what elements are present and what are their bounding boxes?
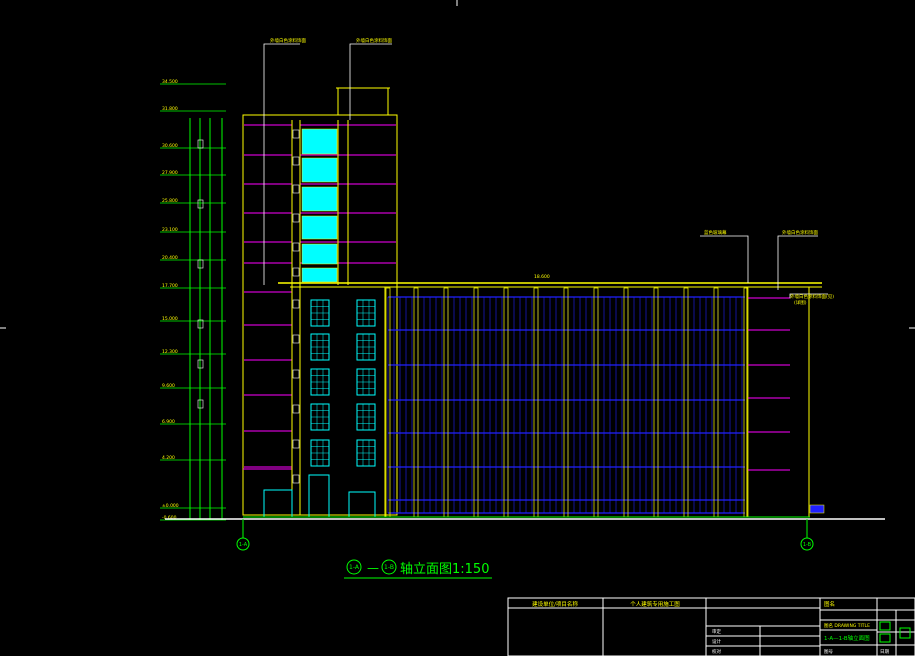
podium-block	[263, 282, 825, 518]
elevation-mark-label: -0.600	[162, 515, 177, 521]
title-axis-end: 1-B	[384, 564, 394, 571]
mullion	[443, 287, 449, 518]
small-window	[292, 299, 300, 309]
title-block-header-a: 建设单位/项目名称	[532, 600, 578, 608]
mullion	[503, 287, 509, 518]
grid-bubble-left: 1-A	[236, 519, 250, 551]
title-block-cell-a: 审定	[712, 628, 721, 635]
cyan-glass-panel	[301, 157, 338, 183]
title-block-header-b: 个人建筑专用施工图	[630, 600, 680, 608]
elevation-mark-label: 6.900	[162, 419, 175, 425]
drawing-title: 1-A — 1-B 轴立面图1:150	[344, 559, 492, 579]
elevation-mark-label: 15.000	[162, 316, 178, 322]
mullion	[623, 287, 629, 518]
leader-label-right-a: 蓝色玻璃幕	[704, 229, 727, 236]
mullion	[593, 287, 599, 518]
elevation-mark-label: 30.600	[162, 143, 178, 149]
title-block-cell-b: 设计	[712, 638, 721, 645]
title-block-side-b: 日期	[880, 649, 889, 655]
elevation-mark-label: 9.600	[162, 383, 175, 389]
mullion	[683, 287, 689, 518]
cyan-glass-panel	[301, 186, 338, 212]
mullion	[473, 287, 479, 518]
grid-bubble-right: 1-B	[800, 519, 814, 551]
elevation-marks-group: 34.500 31.800 30.600 27.900 25.800 23.100 20.4…	[160, 79, 226, 521]
tower-small-windows	[197, 129, 300, 484]
annotation-leaders	[263, 43, 828, 298]
leader-label-right-b: 外墙白色涂料饰面	[782, 229, 818, 236]
small-window	[292, 474, 300, 484]
cyan-glass-panel	[301, 128, 338, 155]
small-window	[292, 439, 300, 449]
tower-cyan-glass-panels	[301, 128, 338, 283]
small-window	[292, 242, 300, 252]
drawing-title-value: 1-A—1-B轴立面图	[824, 634, 870, 642]
title-block-side-a: 图号	[824, 649, 833, 655]
title-axis-start: 1-A	[349, 564, 360, 571]
elevation-mark-label: 25.800	[162, 198, 178, 204]
small-window	[292, 184, 300, 194]
cad-drawing-canvas[interactable]: 34.500 31.800 30.600 27.900 25.800 23.100 20.4…	[0, 0, 915, 656]
small-window	[292, 369, 300, 379]
leader-label-right-side: 外墙白色涂料饰面(见)	[790, 293, 834, 300]
title-block-right-header: 图名	[824, 600, 835, 608]
cyan-glass-panel	[301, 267, 338, 283]
elevation-mark-label: 4.200	[162, 455, 175, 461]
small-window	[292, 213, 300, 223]
elevation-mark-label: 23.100	[162, 227, 178, 233]
grid-bubble-left-label: 1-A	[239, 542, 248, 548]
elevation-mark-label: 20.400	[162, 255, 178, 261]
mullion	[653, 287, 659, 518]
grid-bubble-right-label: 1-B	[803, 542, 812, 548]
elevation-mark-label: 31.800	[162, 106, 178, 112]
elevation-mark-label: ±0.000	[162, 503, 179, 509]
ground-line	[165, 516, 885, 520]
mullion	[563, 287, 569, 518]
small-window	[292, 334, 300, 344]
title-text: 轴立面图1:150	[400, 562, 489, 577]
title-dash: —	[367, 561, 379, 575]
cyan-glass-panel	[301, 243, 338, 265]
mullion	[713, 287, 719, 518]
roof-level-label: 18.600	[534, 274, 550, 280]
small-window	[292, 404, 300, 414]
title-block-cell-c: 校对	[712, 648, 721, 655]
leader-label-top-left: 外墙白色涂料饰面	[270, 37, 306, 44]
mullion	[533, 287, 539, 518]
small-window	[292, 156, 300, 166]
elevation-dimension-column: 34.500 31.800 30.600 27.900 25.800 23.100 20.4…	[160, 79, 226, 521]
elevation-mark-label: 17.700	[162, 283, 178, 289]
drawing-title-label: 图名 DRAWING TITLE	[824, 622, 870, 629]
blue-curtain-wall	[387, 296, 745, 514]
leader-label-right-side-2: (详图)	[794, 299, 807, 306]
cyan-glass-panel	[301, 215, 338, 240]
tower-block	[197, 87, 398, 516]
right-wing-floor-lines	[748, 297, 790, 471]
elevation-mark-label: 34.500	[162, 79, 178, 85]
elevation-mark-label: 12.300	[162, 349, 178, 355]
elevation-mark-label: 27.900	[162, 170, 178, 176]
leader-label-top-mid: 外墙白色涂料饰面	[356, 37, 392, 44]
mullion	[413, 287, 419, 518]
small-window	[292, 267, 300, 277]
stair-core-windows	[310, 299, 376, 467]
small-window	[292, 129, 300, 139]
